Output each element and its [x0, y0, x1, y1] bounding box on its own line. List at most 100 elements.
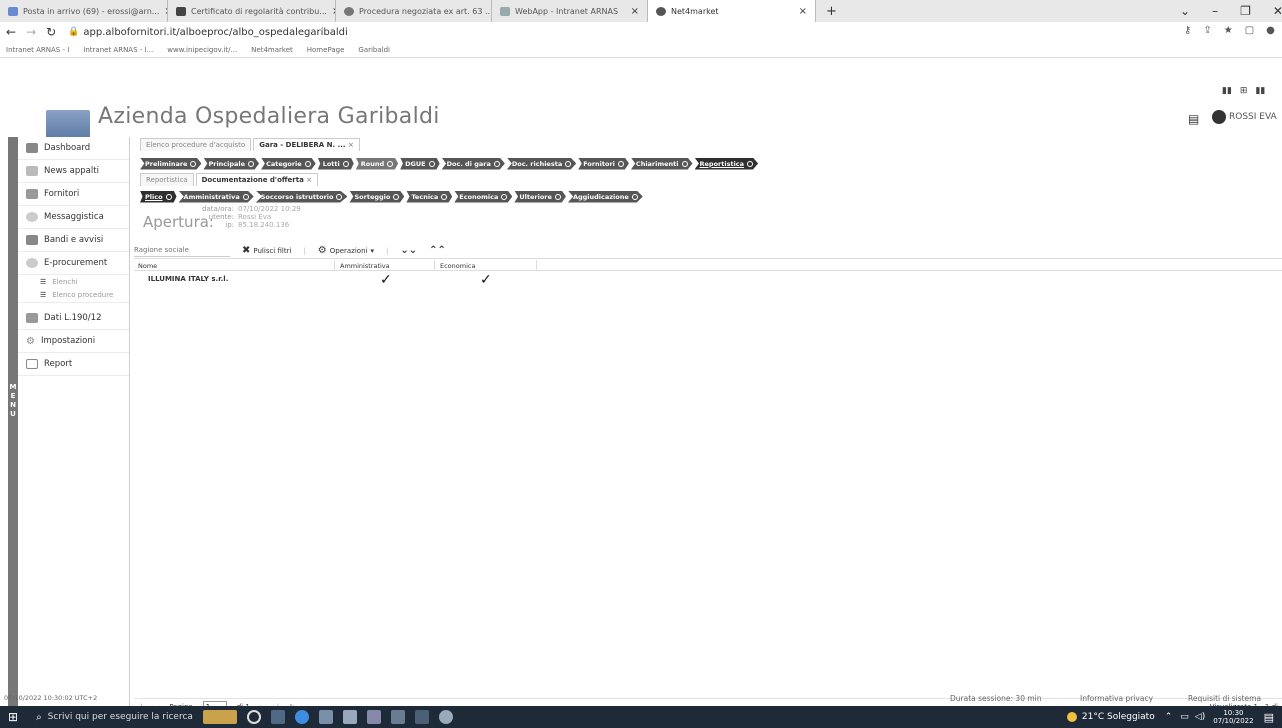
maximize-icon[interactable]: ❐	[1240, 4, 1251, 18]
sidebar-item-report[interactable]: Report	[18, 353, 129, 376]
layout-grid-icon[interactable]: ⊞	[1240, 86, 1248, 96]
tab-fornitori[interactable]: Fornitori	[578, 157, 629, 170]
close-icon[interactable]: ×	[348, 141, 354, 149]
tab-chiarimenti[interactable]: Chiarimenti	[630, 157, 693, 170]
profile-icon[interactable]: ●	[1266, 25, 1275, 36]
sidebar-item-bandi[interactable]: Bandi e avvisi	[18, 229, 129, 252]
search-highlight-icon[interactable]	[202, 710, 237, 724]
menu-toggle[interactable]: MENU	[8, 137, 18, 715]
key-icon[interactable]: ⚷	[1184, 25, 1191, 36]
tab-aggiudicazione[interactable]: Aggiudicazione	[567, 190, 643, 203]
tab-amministrativa[interactable]: Amministrativa	[178, 190, 254, 203]
user-menu[interactable]: ROSSI EVA	[1212, 110, 1277, 124]
tab-round[interactable]: Round	[355, 157, 399, 170]
sidebar-item-dati[interactable]: Dati L.190/12	[18, 307, 129, 330]
mail-icon[interactable]	[366, 710, 381, 724]
browser-tab[interactable]: Posta in arrivo (69) - erossi@arn... ×	[0, 0, 168, 22]
chrome-icon[interactable]	[438, 710, 453, 724]
reload-icon[interactable]: ↻	[46, 25, 56, 39]
sidebar-item-news[interactable]: News appalti	[18, 160, 129, 183]
tab-preliminare[interactable]: Preliminare	[140, 157, 202, 170]
layout-columns-icon[interactable]: ▮▮	[1222, 86, 1232, 96]
share-icon[interactable]: ⇪	[1203, 25, 1211, 36]
app-icon[interactable]	[414, 710, 429, 724]
close-icon[interactable]: ×	[631, 6, 639, 17]
tab-ulteriore[interactable]: Ulteriore	[514, 190, 566, 203]
tab-lotti[interactable]: Lotti	[317, 157, 354, 170]
clear-filters-button[interactable]: ✖ Pulisci filtri	[242, 245, 291, 256]
sidebar-item-impostazioni[interactable]: ⚙ Impostazioni	[18, 330, 129, 353]
edge-icon[interactable]	[294, 710, 309, 724]
tab-sorteggio[interactable]: Sorteggio	[349, 190, 405, 203]
bookmark[interactable]: Intranet ARNAS - I	[6, 46, 69, 54]
sidebar-subitem-elenchi[interactable]: ☰ Elenchi	[18, 275, 129, 288]
column-header-amministrativa[interactable]: Amministrativa	[340, 262, 390, 270]
column-header-nome[interactable]: Nome	[138, 262, 157, 270]
notification-icon[interactable]: ▤	[1264, 711, 1274, 724]
sidebar-subitem-label: Elenchi	[52, 277, 78, 286]
sidebar-item-eprocurement[interactable]: E-procurement	[18, 252, 129, 275]
tab-label: Tecnica	[411, 192, 439, 201]
expand-all-icon[interactable]: ⌄⌄	[400, 245, 417, 256]
sidebar-item-messaggistica[interactable]: Messaggistica	[18, 206, 129, 229]
tab-reportistica[interactable]: Reportistica	[694, 157, 759, 170]
bookmark[interactable]: Garibaldi	[358, 46, 390, 54]
weather-label[interactable]: 21°C Soleggiato	[1082, 712, 1155, 722]
browser-tab[interactable]: WebApp - Intranet ARNAS ×	[492, 0, 648, 22]
tab-economica[interactable]: Economica	[454, 190, 513, 203]
task-view-icon[interactable]	[270, 710, 285, 724]
sidebar-subitem-elenco-procedure[interactable]: ☰ Elenco procedure	[18, 288, 129, 303]
bookmark[interactable]: HomePage	[307, 46, 345, 54]
close-icon[interactable]: ×	[306, 176, 312, 184]
windows-start-icon[interactable]: ⊞	[8, 710, 18, 724]
requirements-link[interactable]: Requisiti di sistema	[1188, 694, 1261, 703]
tab-reportistica-sub[interactable]: Reportistica	[140, 173, 194, 186]
app-icon[interactable]	[390, 710, 405, 724]
sidebar-item-fornitori[interactable]: Fornitori	[18, 183, 129, 206]
column-header-economica[interactable]: Economica	[440, 262, 475, 270]
tab-elenco-procedure[interactable]: Elenco procedure d'acquisto	[140, 138, 252, 151]
star-icon[interactable]: ★	[1224, 25, 1233, 36]
tab-soccorso[interactable]: Soccorso istruttorio	[255, 190, 348, 203]
notepad-icon[interactable]: ▤	[1188, 112, 1199, 126]
cortana-icon[interactable]	[246, 710, 261, 724]
tab-categorie[interactable]: Categorie	[261, 157, 316, 170]
tab-doc-richiesta[interactable]: Doc. richiesta	[506, 157, 577, 170]
table-row[interactable]: ILLUMINA ITALY s.r.l. ✓ ✓	[134, 272, 1282, 288]
close-icon[interactable]: ×	[799, 6, 807, 17]
browser-tab-active[interactable]: Net4market ×	[648, 0, 816, 22]
chevron-up-icon[interactable]: ⌃	[1165, 712, 1173, 722]
url-field[interactable]: app.albofornitori.it/alboeproc/albo_ospe…	[83, 27, 347, 38]
sidepanel-icon[interactable]: ▢	[1245, 25, 1254, 36]
clock[interactable]: 10:30 07/10/2022	[1213, 709, 1253, 725]
privacy-link[interactable]: Informativa privacy	[1080, 694, 1153, 703]
tab-doc-gara[interactable]: Doc. di gara	[441, 157, 505, 170]
tab-plico[interactable]: Plico	[140, 190, 177, 203]
tab-dgue[interactable]: DGUE	[400, 157, 440, 170]
volume-icon[interactable]: ◁)	[1195, 712, 1205, 722]
chevron-down-icon[interactable]: ⌄	[1180, 4, 1190, 18]
minimize-icon[interactable]: –	[1212, 4, 1218, 18]
sidebar-item-dashboard[interactable]: Dashboard	[18, 137, 129, 160]
file-explorer-icon[interactable]	[318, 710, 333, 724]
store-icon[interactable]	[342, 710, 357, 724]
tab-documentazione-offerta[interactable]: Documentazione d'offerta ×	[195, 173, 319, 186]
forward-icon[interactable]: →	[26, 25, 36, 39]
bookmark[interactable]: Intranet ARNAS - I...	[83, 46, 153, 54]
tab-tecnica[interactable]: Tecnica	[406, 190, 453, 203]
layout-split-icon[interactable]: ▮▮	[1255, 86, 1265, 96]
tab-gara[interactable]: Gara - DELIBERA N. ... ×	[253, 138, 360, 151]
tab-principale[interactable]: Principale	[203, 157, 260, 170]
browser-tab[interactable]: Certificato di regolarità contribu... ×	[168, 0, 336, 22]
operations-button[interactable]: ⚙ Operazioni ▾	[318, 245, 374, 256]
collapse-all-icon[interactable]: ⌃⌃	[429, 245, 446, 256]
close-window-icon[interactable]: ✕	[1273, 4, 1282, 18]
browser-tab[interactable]: Procedura negoziata ex art. 63 ... ×	[336, 0, 492, 22]
network-icon[interactable]: ▭	[1180, 712, 1189, 722]
bookmark[interactable]: Net4market	[251, 46, 293, 54]
back-icon[interactable]: ←	[6, 25, 16, 39]
taskbar-search[interactable]: Scrivi qui per eseguire la ricerca	[48, 712, 198, 722]
search-input[interactable]	[134, 244, 230, 257]
bookmark[interactable]: www.inipecigov.it/...	[167, 46, 237, 54]
new-tab-button[interactable]: +	[826, 4, 837, 19]
